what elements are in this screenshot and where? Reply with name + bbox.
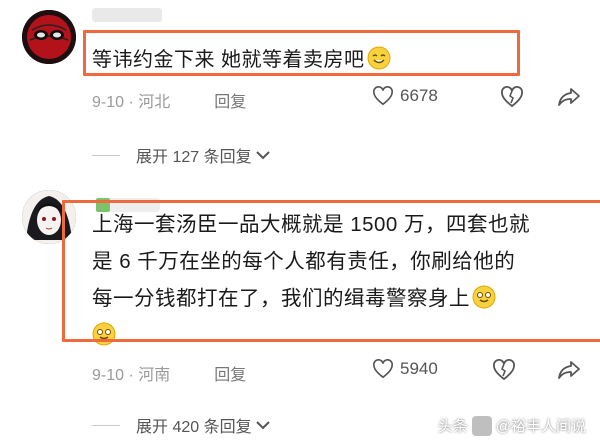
watermark-author: @裕丰人间说 <box>495 418 586 435</box>
expand-replies[interactable]: 展开 127 条回复 <box>92 143 270 167</box>
share-button[interactable] <box>557 86 581 113</box>
expand-replies-label: 展开 420 条回复 <box>136 419 252 436</box>
divider-line <box>92 424 120 426</box>
chevron-down-icon <box>255 151 270 160</box>
comment-date-location: 9-10 · 河北 <box>92 94 171 111</box>
like-button[interactable]: 5940 <box>372 359 438 379</box>
username[interactable] <box>92 8 162 22</box>
toutiao-logo-icon <box>471 415 492 436</box>
expand-replies[interactable]: 展开 420 条回复 <box>92 413 270 437</box>
heart-icon <box>373 86 393 106</box>
like-count: 5940 <box>400 359 438 378</box>
share-button[interactable] <box>557 359 581 386</box>
comment-meta: 9-10 · 河北 回复 <box>92 88 246 112</box>
broken-heart-icon <box>501 86 523 108</box>
watermark-source: 头条 <box>437 418 468 435</box>
chevron-down-icon <box>255 421 270 430</box>
dislike-button[interactable] <box>500 86 524 113</box>
dislike-button[interactable] <box>492 359 516 386</box>
highlight-box <box>83 30 520 76</box>
heart-icon <box>373 359 393 379</box>
expand-replies-label: 展开 127 条回复 <box>136 149 252 166</box>
comment-meta: 9-10 · 河南 回复 <box>92 361 246 385</box>
share-arrow-icon <box>558 88 580 106</box>
broken-heart-icon <box>493 359 515 381</box>
highlight-box <box>62 200 600 342</box>
like-count: 6678 <box>400 86 438 105</box>
reply-button[interactable]: 回复 <box>214 88 246 112</box>
watermark: 头条 @裕丰人间说 <box>438 415 586 436</box>
divider-line <box>92 154 120 156</box>
comment-date-location: 9-10 · 河南 <box>92 367 171 384</box>
share-arrow-icon <box>558 361 580 379</box>
avatar[interactable] <box>22 10 76 64</box>
reply-button[interactable]: 回复 <box>214 361 246 385</box>
like-button[interactable]: 6678 <box>372 86 438 106</box>
